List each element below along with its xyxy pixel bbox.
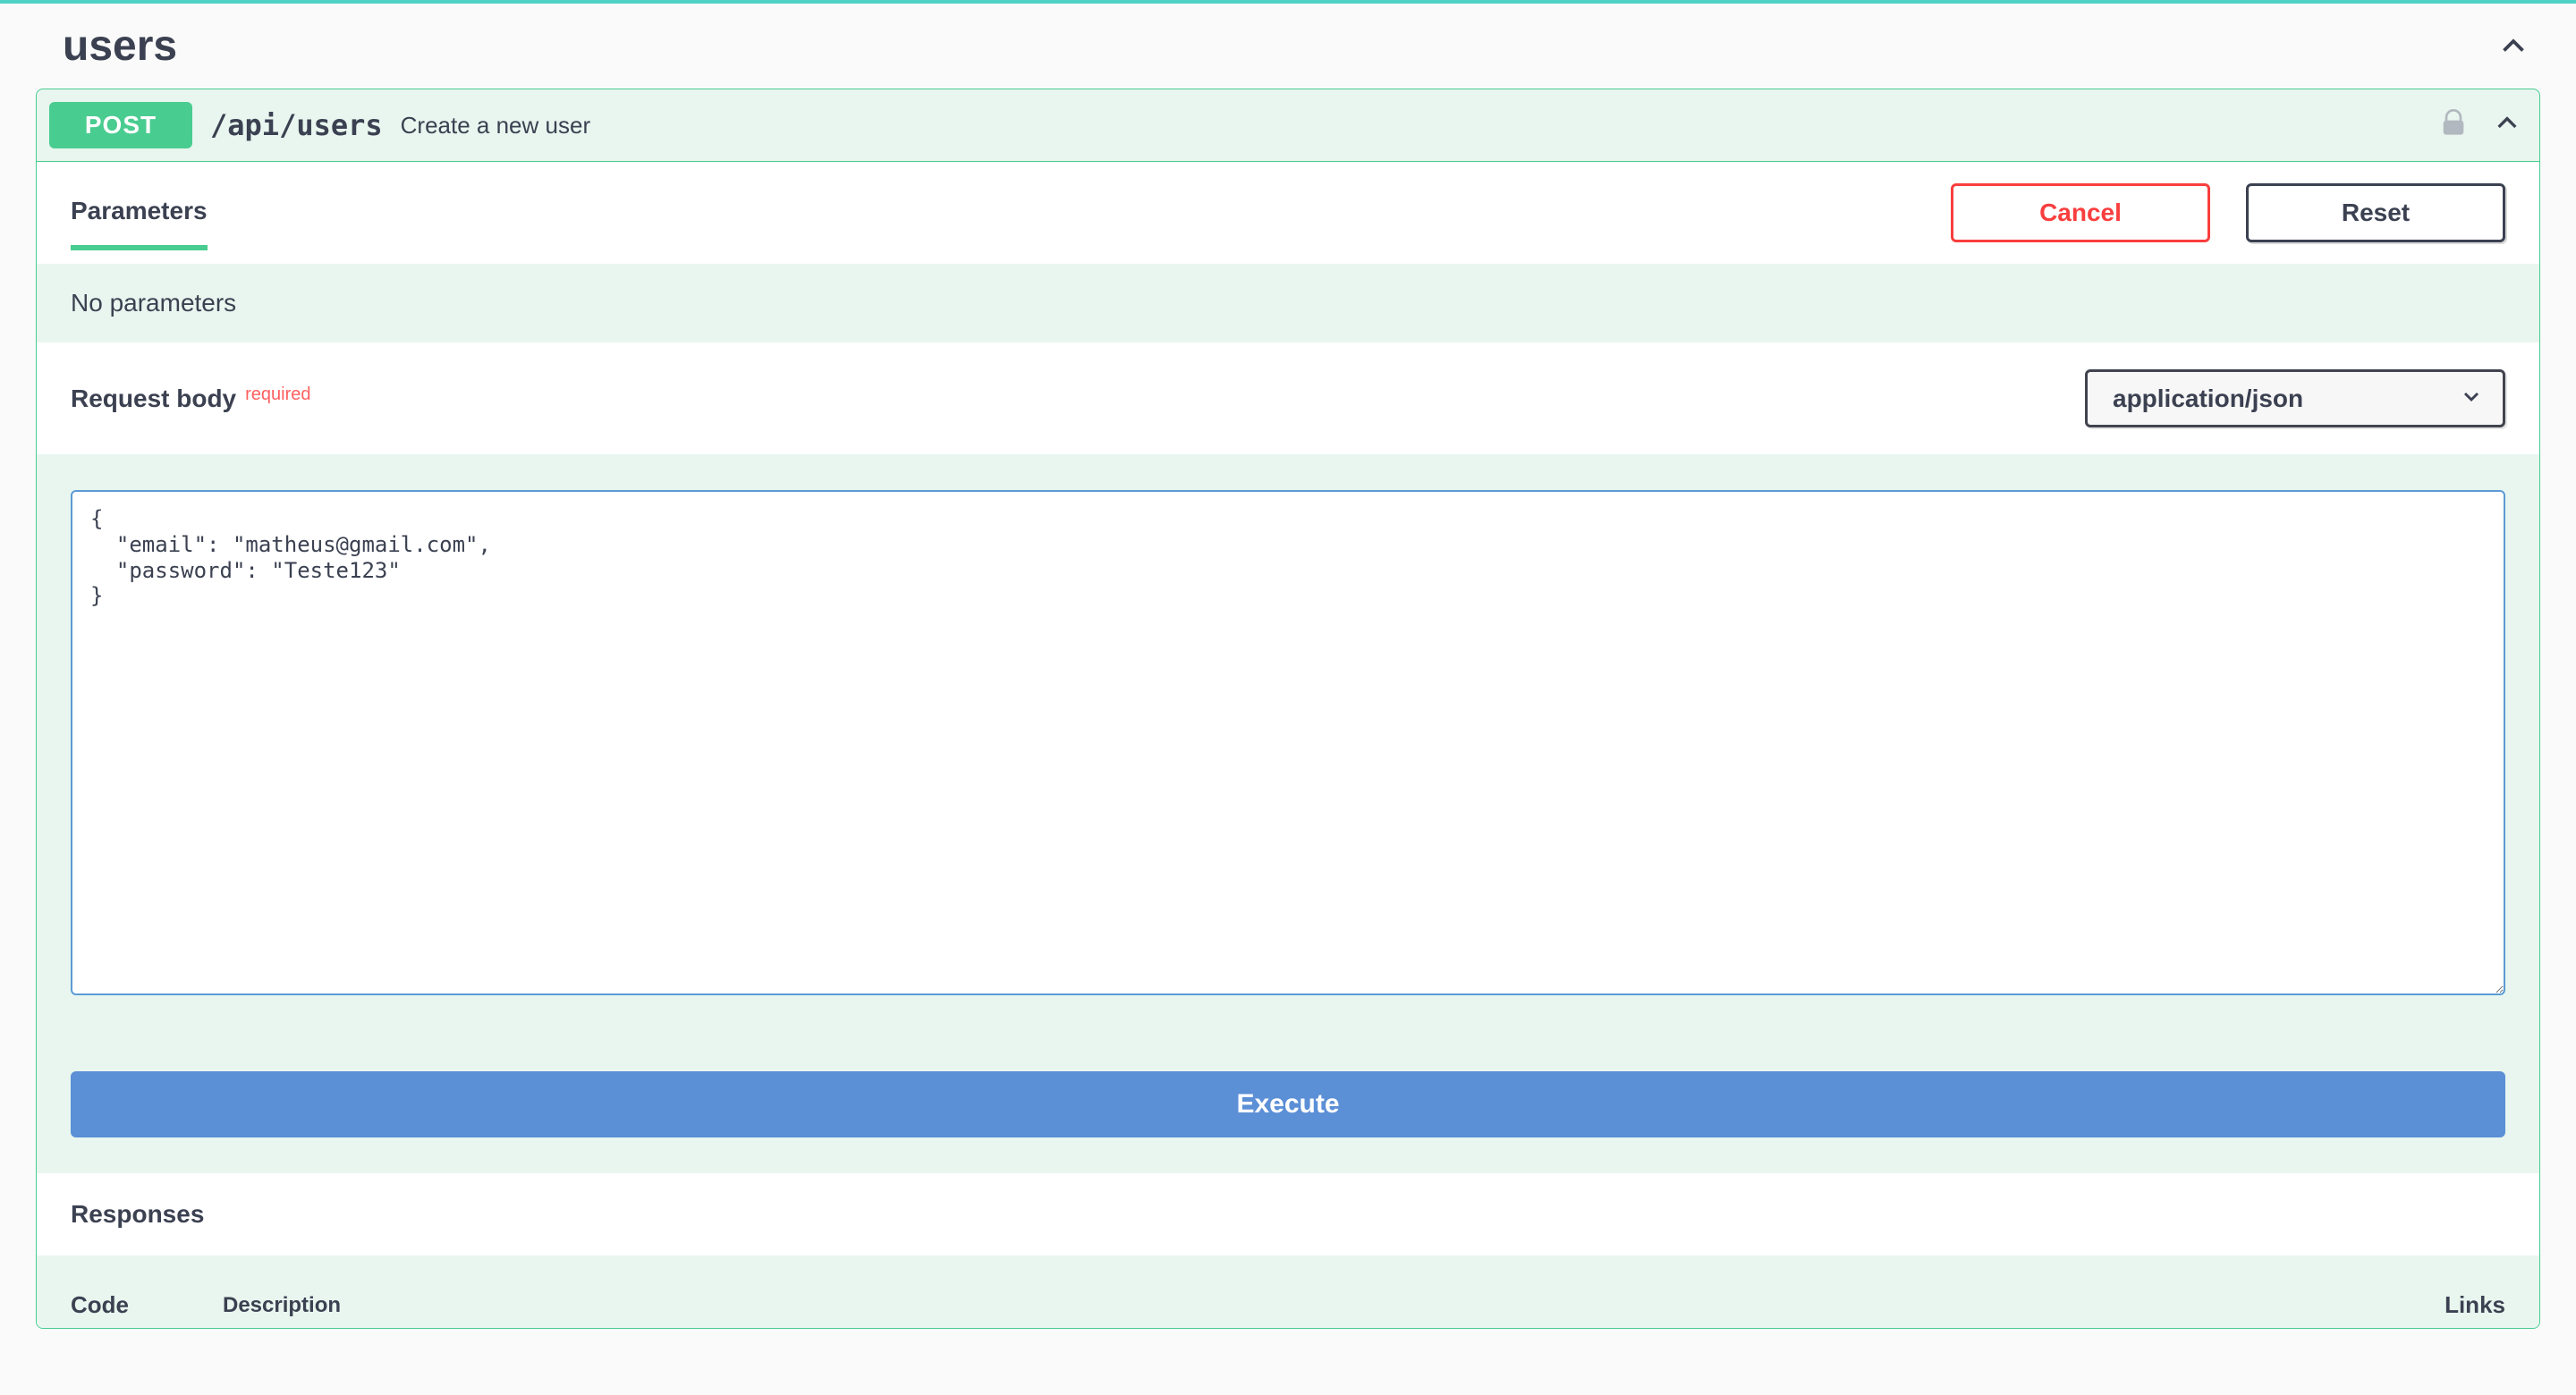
- required-label: required: [245, 385, 310, 405]
- request-body-header: Request body required application/json: [37, 342, 2539, 454]
- operation-summary[interactable]: POST /api/users Create a new user: [37, 89, 2539, 162]
- cancel-button[interactable]: Cancel: [1951, 183, 2210, 242]
- operation-description: Create a new user: [401, 112, 590, 140]
- tab-parameters[interactable]: Parameters: [71, 197, 208, 250]
- column-code: Code: [71, 1291, 223, 1319]
- parameters-header: Parameters Cancel Reset: [37, 162, 2539, 264]
- content-type-select[interactable]: application/json: [2085, 369, 2505, 427]
- responses-header: Responses: [37, 1173, 2539, 1256]
- responses-title: Responses: [71, 1200, 2505, 1229]
- responses-table-head: Code Description Links: [37, 1256, 2539, 1328]
- operation-path: /api/users: [210, 108, 383, 142]
- chevron-up-icon[interactable]: [2493, 109, 2521, 142]
- chevron-up-icon: [2496, 29, 2531, 64]
- tag-header[interactable]: users: [36, 4, 2540, 89]
- http-method-badge: POST: [49, 102, 192, 148]
- column-description: Description: [223, 1293, 2398, 1318]
- no-parameters-text: No parameters: [37, 264, 2539, 342]
- request-body-textarea[interactable]: [71, 490, 2505, 995]
- request-body-title: Request body: [71, 385, 236, 413]
- operation-block: POST /api/users Create a new user Parame…: [36, 89, 2540, 1329]
- column-links: Links: [2398, 1291, 2505, 1319]
- execute-button[interactable]: Execute: [71, 1071, 2505, 1137]
- reset-button[interactable]: Reset: [2246, 183, 2505, 242]
- tag-title: users: [63, 21, 177, 71]
- lock-icon[interactable]: [2439, 109, 2475, 142]
